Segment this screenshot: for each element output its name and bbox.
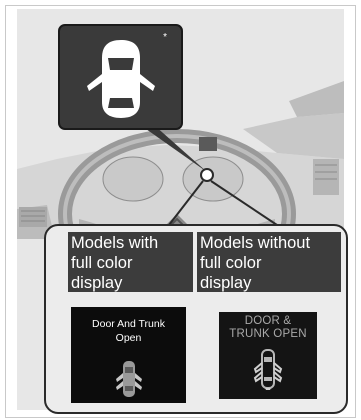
label-non-full-color-models: Models without full color display bbox=[197, 232, 341, 292]
full-color-display-screen: Door And Trunk Open bbox=[71, 307, 186, 403]
full-color-display-message: Door And Trunk Open bbox=[92, 318, 165, 344]
footnote-asterisk: * bbox=[163, 32, 167, 43]
basic-display-message: DOOR & TRUNK OPEN bbox=[229, 315, 307, 340]
door-open-car-top-view-icon bbox=[87, 40, 155, 118]
label-full-color-models: Models with full color display bbox=[68, 232, 193, 292]
car-doors-open-outline-icon bbox=[253, 349, 283, 390]
car-doors-open-icon bbox=[116, 361, 142, 397]
door-indicator-callout: * bbox=[58, 24, 183, 130]
basic-display-screen: DOOR & TRUNK OPEN bbox=[219, 312, 317, 399]
